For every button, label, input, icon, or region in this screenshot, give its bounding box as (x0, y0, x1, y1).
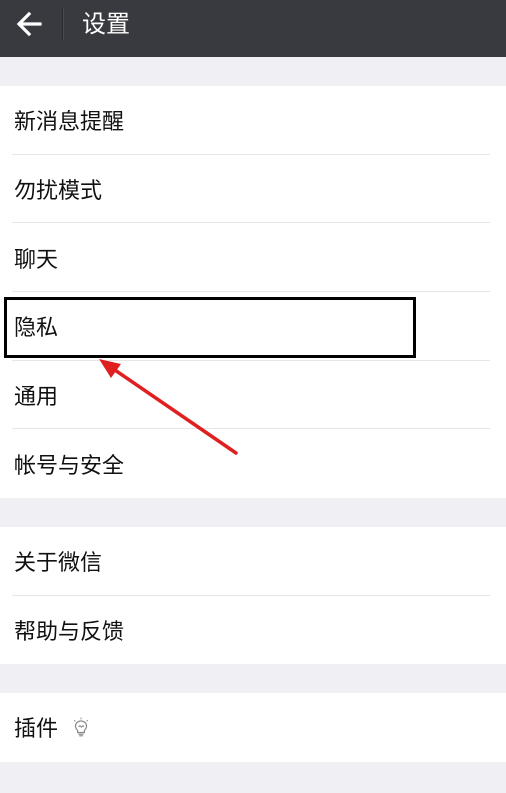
settings-item-label: 帐号与安全 (14, 453, 125, 479)
settings-group-main: 新消息提醒 勿扰模式 聊天 隐私 通用 帐号与安全 (0, 86, 506, 498)
settings-item-label: 新消息提醒 (14, 110, 125, 136)
settings-item-label: 关于微信 (14, 551, 103, 577)
settings-item-label: 聊天 (14, 247, 59, 273)
top-bar: 设置 (0, 0, 506, 57)
header-divider (62, 8, 64, 40)
settings-item-new-message-notification[interactable]: 新消息提醒 (0, 86, 506, 155)
page-title: 设置 (82, 10, 130, 38)
settings-item-account-security[interactable]: 帐号与安全 (0, 429, 506, 498)
settings-item-plugins[interactable]: 插件 (0, 693, 506, 762)
settings-group-about: 关于微信 帮助与反馈 (0, 527, 506, 664)
settings-item-label: 插件 (14, 717, 59, 743)
settings-item-label: 帮助与反馈 (14, 619, 125, 645)
settings-item-label: 勿扰模式 (14, 178, 103, 204)
plugin-bulb-icon (73, 717, 89, 737)
settings-item-chat[interactable]: 聊天 (0, 223, 506, 292)
settings-item-label: 通用 (14, 384, 59, 410)
settings-item-help-feedback[interactable]: 帮助与反馈 (0, 596, 506, 665)
settings-group-plugins: 插件 (0, 693, 506, 762)
settings-item-label: 隐私 (14, 316, 59, 342)
arrow-left-icon (16, 11, 42, 37)
settings-item-about-wechat[interactable]: 关于微信 (0, 527, 506, 596)
settings-item-do-not-disturb[interactable]: 勿扰模式 (0, 155, 506, 224)
settings-item-privacy[interactable]: 隐私 (0, 292, 506, 361)
back-button[interactable] (0, 0, 62, 57)
settings-item-general[interactable]: 通用 (0, 361, 506, 430)
